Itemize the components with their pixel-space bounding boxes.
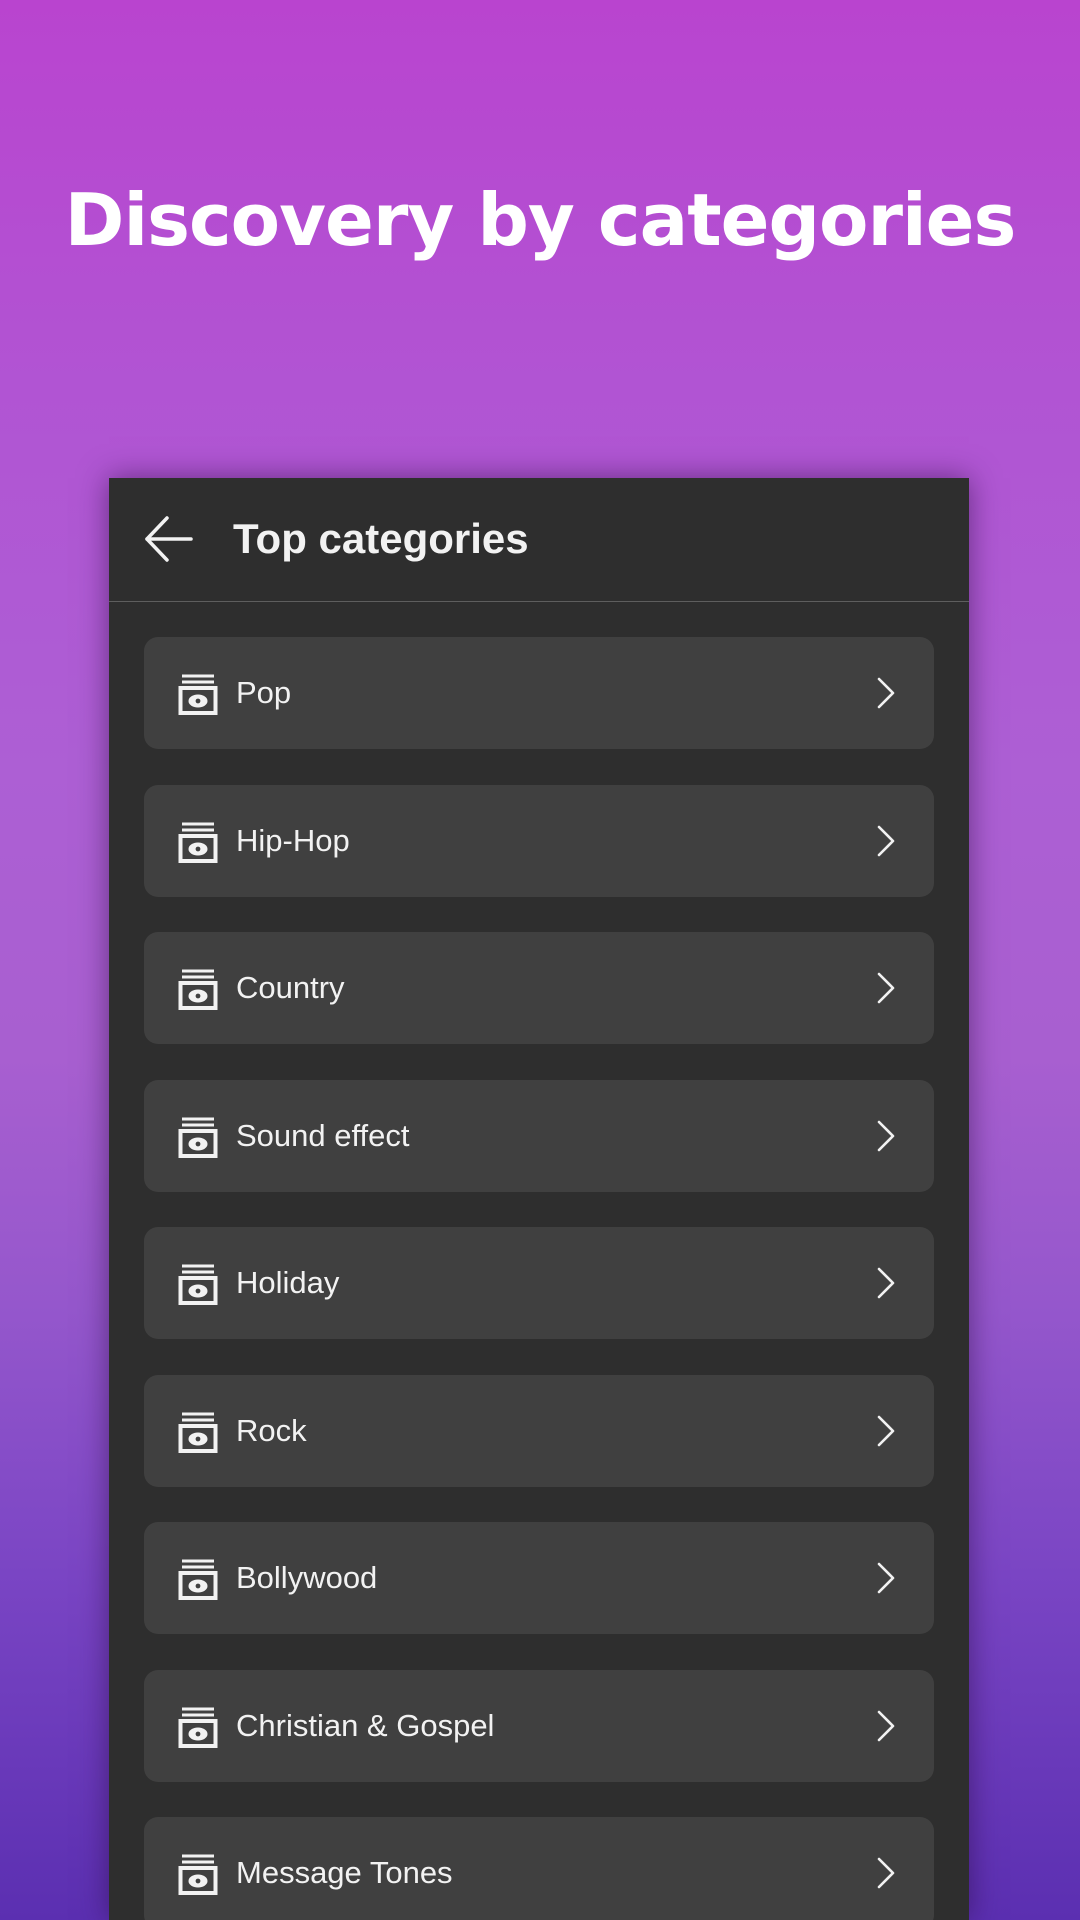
music-album-icon: [178, 1559, 218, 1600]
category-item-message-tones[interactable]: Message Tones: [144, 1817, 934, 1920]
music-album-icon: [178, 1117, 218, 1158]
chevron-right-icon: [877, 1267, 895, 1299]
back-button[interactable]: [143, 513, 195, 565]
category-item-country[interactable]: Country: [144, 932, 934, 1044]
app-bar: Top categories: [109, 478, 969, 602]
category-list: Pop Hip-Hop Country Sound effect Holiday…: [144, 637, 934, 1920]
category-label: Bollywood: [236, 1560, 378, 1595]
category-item-pop[interactable]: Pop: [144, 637, 934, 749]
phone-screen: Top categories Pop Hip-Hop Country Sound…: [109, 478, 969, 1920]
category-label: Christian & Gospel: [236, 1707, 495, 1743]
chevron-right-icon: [877, 1415, 895, 1446]
chevron-right-icon: [877, 1562, 895, 1594]
chevron-right-icon: [877, 1710, 895, 1741]
music-album-icon: [178, 1264, 218, 1305]
category-label: Sound effect: [236, 1117, 410, 1153]
category-item-holiday[interactable]: Holiday: [144, 1227, 934, 1339]
category-label: Holiday: [236, 1265, 340, 1300]
category-label: Message Tones: [236, 1855, 453, 1890]
category-item-christian-gospel[interactable]: Christian & Gospel: [144, 1669, 934, 1782]
chevron-right-icon: [877, 825, 895, 856]
category-label: Pop: [236, 675, 292, 710]
back-arrow-icon: [145, 516, 193, 562]
page-title: Top categories: [233, 515, 529, 562]
category-item-bollywood[interactable]: Bollywood: [144, 1522, 934, 1634]
chevron-right-icon: [877, 1857, 895, 1889]
music-album-icon: [178, 822, 218, 863]
category-item-hip-hop[interactable]: Hip-Hop: [144, 784, 934, 897]
category-label: Country: [236, 970, 345, 1005]
music-album-icon: [178, 1412, 218, 1453]
category-label: Rock: [236, 1412, 307, 1448]
category-label: Hip-Hop: [236, 822, 350, 858]
music-album-icon: [178, 1707, 218, 1748]
music-album-icon: [178, 969, 218, 1010]
category-item-rock[interactable]: Rock: [144, 1374, 934, 1487]
promo-headline: Discovery by categories: [64, 178, 1017, 262]
chevron-right-icon: [877, 677, 895, 709]
chevron-right-icon: [877, 972, 895, 1004]
music-album-icon: [178, 1854, 218, 1895]
music-album-icon: [178, 674, 218, 715]
category-item-sound-effect[interactable]: Sound effect: [144, 1079, 934, 1192]
chevron-right-icon: [877, 1120, 895, 1151]
